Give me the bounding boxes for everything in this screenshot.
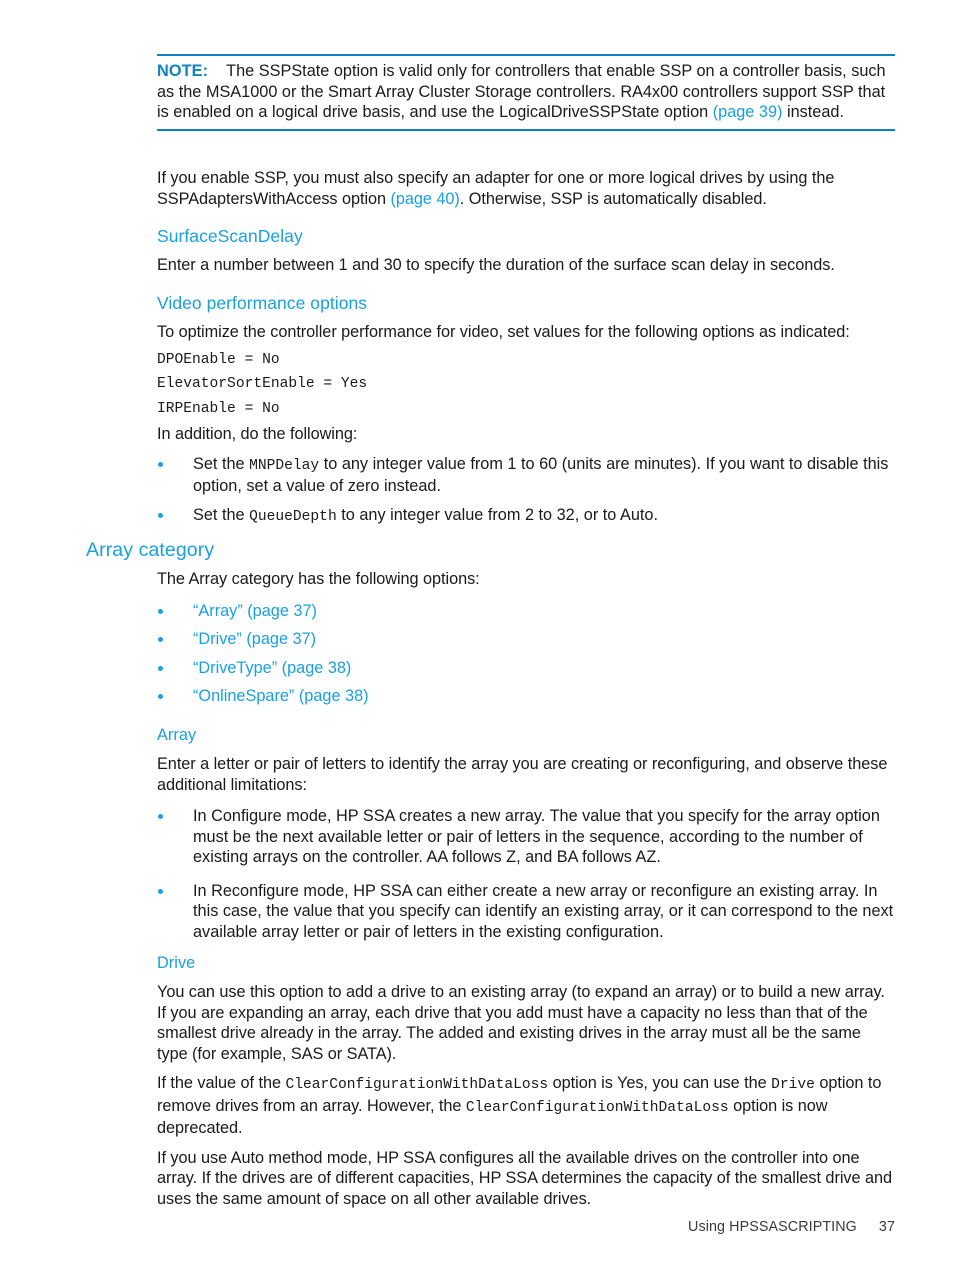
bullet-text-pre: Set the [193, 505, 250, 524]
list-item: “DriveType” (page 38) [157, 658, 895, 679]
bullet-dot-icon [158, 637, 163, 642]
video-code-block: DPOEnable = No ElevatorSortEnable = Yes … [157, 348, 895, 422]
inline-code: MNPDelay [249, 457, 320, 474]
heading-video-performance-options: Video performance options [157, 293, 368, 313]
bullet-dot-icon [158, 512, 163, 518]
list-item: In Configure mode, HP SSA creates a new … [157, 806, 895, 868]
bullet-text: In Configure mode, HP SSA creates a new … [193, 807, 880, 866]
drive-paragraph-1: You can use this option to add a drive t… [157, 983, 885, 1063]
surfacescandelay-body: Enter a number between 1 and 30 to speci… [157, 256, 835, 274]
bullet-dot-icon [158, 694, 163, 699]
heading-surfacescandelay: SurfaceScanDelay [157, 226, 303, 246]
code-line: IRPEnable = No [157, 400, 280, 417]
list-item: In Reconfigure mode, HP SSA can either c… [157, 881, 895, 943]
note-label: NOTE: [157, 62, 209, 80]
code-line: DPOEnable = No [157, 351, 280, 368]
page-40-link[interactable]: (page 40) [391, 190, 460, 208]
bullet-dot-icon [158, 461, 163, 467]
link-onlinespare-page-38[interactable]: “OnlineSpare” (page 38) [193, 687, 369, 705]
video-bullet-list: Set the MNPDelay to any integer value fr… [157, 454, 895, 528]
link-array-page-37[interactable]: “Array” (page 37) [193, 602, 317, 620]
video-performance-section: Video performance options To optimize th… [157, 292, 895, 535]
link-drivetype-page-38[interactable]: “DriveType” (page 38) [193, 659, 351, 677]
array-category-heading-block: Array category [86, 538, 895, 562]
list-item: “Drive” (page 37) [157, 629, 895, 650]
array-intro: Enter a letter or pair of letters to ide… [157, 755, 888, 794]
inline-code: QueueDepth [249, 508, 337, 525]
array-section: Array Enter a letter or pair of letters … [157, 725, 895, 950]
inline-code: ClearConfigurationWithDataLoss [465, 1099, 729, 1116]
inline-code: ClearConfigurationWithDataLoss [285, 1077, 549, 1093]
list-item: “Array” (page 37) [157, 601, 895, 622]
footer-page-number: 37 [878, 1219, 895, 1235]
list-item: Set the MNPDelay to any integer value fr… [157, 454, 895, 497]
list-item: Set the QueueDepth to any integer value … [157, 505, 895, 528]
drive-paragraph-2: If the value of the ClearConfigurationWi… [157, 1073, 895, 1139]
ssp-text-part-2: . Otherwise, SSP is automatically disabl… [459, 189, 767, 208]
note-callout: NOTE: The SSPState option is valid only f… [157, 54, 895, 131]
ssp-paragraph-block: If you enable SSP, you must also specify… [157, 168, 895, 218]
heading-array: Array [157, 726, 197, 744]
surface-scan-delay-section: SurfaceScanDelay Enter a number between … [157, 225, 895, 276]
heading-drive: Drive [157, 954, 196, 972]
array-category-link-list: “Array” (page 37) “Drive” (page 37) “Dri… [157, 601, 895, 707]
video-intro: To optimize the controller performance f… [157, 323, 850, 341]
note-top-rule [157, 54, 895, 56]
bullet-dot-icon [158, 665, 163, 671]
note-text-part-2: instead. [782, 103, 844, 121]
array-category-section: The Array category has the following opt… [157, 569, 895, 715]
heading-array-category: Array category [86, 539, 215, 561]
note-bottom-rule [157, 128, 895, 131]
array-category-intro: The Array category has the following opt… [157, 570, 480, 588]
document-page: NOTE: The SSPState option is valid only f… [0, 0, 954, 1271]
video-addition-intro: In addition, do the following: [157, 425, 358, 443]
bullet-dot-icon [158, 814, 163, 819]
page-footer: Using HPSSASCRIPTING 37 [157, 1219, 895, 1235]
ssp-paragraph: If you enable SSP, you must also specify… [157, 168, 895, 209]
drive-section: Drive You can use this option to add a d… [157, 953, 895, 1209]
footer-title: Using HPSSASCRIPTING [688, 1219, 857, 1235]
code-line: ElevatorSortEnable = Yes [157, 376, 368, 392]
page-39-link[interactable]: (page 39) [713, 103, 783, 121]
bullet-text-post: to any integer value from 2 to 32, or to… [336, 505, 658, 524]
bullet-dot-icon [158, 608, 163, 614]
bullet-text: In Reconfigure mode, HP SSA can either c… [193, 881, 894, 941]
inline-code: Drive [771, 1077, 815, 1093]
drive-p2-text-2: option is Yes, you can use the [548, 1074, 772, 1092]
drive-paragraph-3: If you use Auto method mode, HP SSA conf… [157, 1148, 892, 1208]
bullet-dot-icon [158, 888, 163, 894]
bullet-text-pre: Set the [193, 454, 250, 473]
array-bullet-list: In Configure mode, HP SSA creates a new … [157, 806, 895, 942]
list-item: “OnlineSpare” (page 38) [157, 686, 895, 707]
note-text: NOTE: The SSPState option is valid only f… [157, 61, 895, 123]
link-drive-page-37[interactable]: “Drive” (page 37) [193, 630, 316, 648]
drive-p2-text-1: If the value of the [157, 1074, 286, 1092]
